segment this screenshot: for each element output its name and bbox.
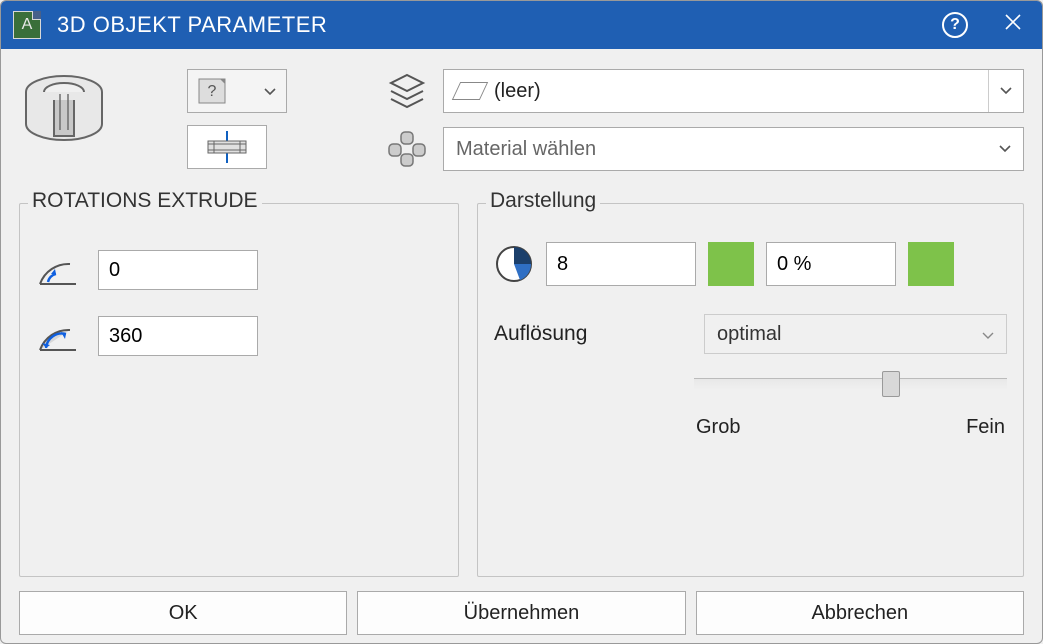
help-icon[interactable]: ? [942,12,968,38]
app-icon: A [13,11,41,39]
chevron-down-icon [264,83,276,99]
darstellung-legend: Darstellung [486,189,600,213]
angle-start-input[interactable] [98,250,258,290]
angle-start-icon [36,252,80,288]
material-icon [385,127,429,171]
object-preview-icon [19,65,109,155]
window-title: 3D OBJEKT PARAMETER [57,12,942,38]
percent-input[interactable] [766,242,896,286]
color-swatch-1[interactable] [708,242,754,286]
chevron-down-icon [982,323,994,346]
app-icon-letter: A [22,16,33,34]
dialog-window: A 3D OBJEKT PARAMETER ? [0,0,1043,644]
close-icon[interactable] [996,9,1030,41]
mode-column: ? [127,65,287,195]
top-row: ? [19,65,1024,195]
button-row: OK Übernehmen Abbrechen [19,577,1024,635]
angle-end-icon [36,318,80,354]
slider-max-label: Fein [966,416,1005,439]
rotations-extrude-group: ROTATIONS EXTRUDE [19,203,459,577]
question-tile-icon: ? [198,78,226,104]
top-right-panel: (leer) [305,65,1024,195]
svg-text:?: ? [208,83,217,100]
resolution-select[interactable]: optimal [704,314,1007,354]
mid-row: ROTATIONS EXTRUDE [19,203,1024,577]
hint-dropdown-button[interactable]: ? [187,69,287,113]
chevron-down-icon [988,70,1022,112]
material-dropdown-placeholder: Material wählen [456,138,988,161]
rotations-extrude-legend: ROTATIONS EXTRUDE [28,189,262,213]
slider-thumb[interactable] [882,371,900,397]
layers-icon [385,69,429,113]
chevron-down-icon [988,128,1022,170]
profile-icon [202,131,252,163]
angle-end-input[interactable] [98,316,258,356]
resolution-label: Auflösung [494,322,674,346]
resolution-slider[interactable] [694,378,1007,390]
cancel-button[interactable]: Abbrechen [696,591,1024,635]
color-swatch-2[interactable] [908,242,954,286]
apply-button[interactable]: Übernehmen [357,591,685,635]
pie-chart-icon [494,244,534,284]
darstellung-group: Darstellung Aufl [477,203,1024,577]
layer-dropdown[interactable]: (leer) [443,69,1024,113]
ok-button[interactable]: OK [19,591,347,635]
titlebar: A 3D OBJEKT PARAMETER ? [1,1,1042,49]
profile-mode-button[interactable] [187,125,267,169]
resolution-value: optimal [717,323,781,346]
content-area: ? [1,49,1042,643]
material-dropdown[interactable]: Material wählen [443,127,1024,171]
parallelogram-icon [452,82,488,100]
layer-dropdown-label: (leer) [494,80,988,103]
resolution-slider-wrap: Grob Fein [494,378,1007,439]
slider-min-label: Grob [696,416,740,439]
segments-input[interactable] [546,242,696,286]
